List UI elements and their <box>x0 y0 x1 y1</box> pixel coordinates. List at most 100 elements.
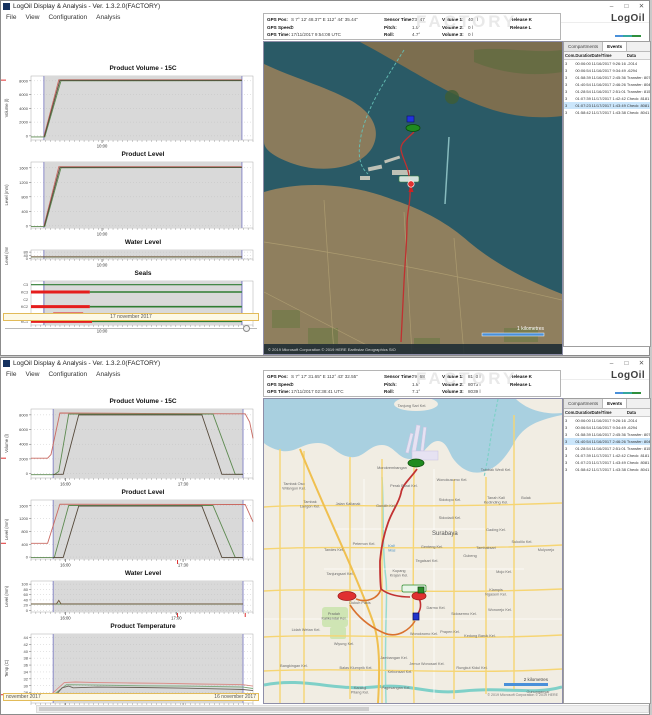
event-cell: 01:58:39 <box>574 431 590 438</box>
chart-plot[interactable]: 0408010:00Level (mm) <box>1 247 261 269</box>
close-button[interactable]: ✕ <box>634 1 649 12</box>
gps-label: GPS Time: <box>267 32 290 37</box>
event-row[interactable]: 300:06:5411/16/2017 9:34:49 AM-6294 <box>564 424 650 431</box>
map-label: Tambak OsoWilangon Kel. <box>282 482 305 490</box>
gps-label: GPS Pos: <box>267 17 288 22</box>
gps-label: Volume 2: <box>442 382 464 387</box>
events-col-header[interactable]: Data <box>626 52 650 60</box>
event-row[interactable]: 300:06:0011/16/2017 9:26:16 AM-2014 <box>564 417 650 425</box>
svg-text:8000: 8000 <box>19 78 29 83</box>
satellite-map[interactable]: 1 kilometres © 2019 Microsoft Corporatio… <box>263 41 563 355</box>
street-map[interactable]: Surabaya KaliMas 2 kilometres © 2019 Mic… <box>263 398 563 704</box>
map-label: Tambaksari <box>476 546 496 550</box>
menu-view[interactable]: View <box>25 371 39 378</box>
green-square-marker[interactable] <box>418 587 424 593</box>
svg-text:C2: C2 <box>23 298 28 302</box>
events-col-header[interactable]: Duration <box>574 52 590 60</box>
minimize-button[interactable]: – <box>604 1 619 12</box>
map-scale-bar <box>504 683 548 686</box>
date-right: 16 november 2017 <box>214 694 258 700</box>
event-cell: 11/17/2017 1:43:49 AM <box>591 459 626 466</box>
tab-events[interactable]: Events <box>603 399 627 408</box>
titlebar[interactable]: LogOil Display & Analysis - Ver. 1.3.2.0… <box>1 1 649 12</box>
chart-product-level: Product Level04008001200160010:00Level (… <box>1 150 263 238</box>
menu-analysis[interactable]: Analysis <box>96 371 120 378</box>
menu-configuration[interactable]: Configuration <box>48 14 87 21</box>
events-col-header[interactable]: Data <box>626 409 650 417</box>
chart-plot[interactable]: 04008001200160016:0017:30Level (mm) <box>1 497 261 569</box>
event-row[interactable]: 301:58:3911/16/2017 2:45:36 PMTransfer: … <box>564 74 650 81</box>
svg-text:6000: 6000 <box>19 92 29 97</box>
event-cell: 3 <box>564 417 574 425</box>
gps-value: S 7° 17' 31.65" E 112° 43' 32.55" <box>291 374 358 379</box>
red-ellipse-marker-west[interactable] <box>338 592 356 601</box>
slider-handle[interactable] <box>243 325 250 332</box>
events-col-header[interactable]: Duration <box>574 409 590 417</box>
map-label: Wiyung Kel. <box>334 642 354 646</box>
events-col-header[interactable]: Date/Time <box>591 52 626 60</box>
chart-plot[interactable]: 04008001200160010:00Level (mm) <box>1 159 261 238</box>
events-col-header[interactable]: Date/Time <box>591 409 626 417</box>
event-cell: 11/17/2017 1:43:49 AM <box>591 102 626 109</box>
event-row[interactable]: 301:07:2311/17/2017 1:43:49 AMCheck: 808… <box>564 102 650 109</box>
gps-label: Roll: <box>384 389 394 394</box>
chart-title: Product Temperature <box>1 622 263 631</box>
event-row[interactable]: 300:06:0011/16/2017 9:26:16 AM-2014 <box>564 60 650 68</box>
menu-configuration[interactable]: Configuration <box>48 371 87 378</box>
blue-marker[interactable] <box>413 613 419 620</box>
event-row[interactable]: 301:28:5411/16/2017 2:51:01 PMTransfer: … <box>564 445 650 452</box>
gps-info-panel: GPS Pos:S 7° 17' 31.65" E 112° 43' 32.55… <box>263 370 561 397</box>
event-row[interactable]: 301:28:5411/16/2017 2:51:01 PMTransfer: … <box>564 88 650 95</box>
menu-file[interactable]: File <box>6 371 16 378</box>
events-col-header[interactable]: Com. <box>564 52 574 60</box>
tab-compartments[interactable]: Compartments <box>564 399 603 408</box>
menu-view[interactable]: View <box>25 14 39 21</box>
event-row[interactable]: 301:07:3911/17/2017 1:42:42 AMCheck: 818… <box>564 95 650 102</box>
events-col-header[interactable]: Com. <box>564 409 574 417</box>
event-row[interactable]: 301:40:5411/16/2017 2:46:26 PMTransfer: … <box>564 81 650 88</box>
chart-plot[interactable]: 02040608010016:0017:00Level (mm) <box>1 578 261 622</box>
event-row[interactable]: 301:07:3911/17/2017 1:42:42 AMCheck: 818… <box>564 452 650 459</box>
time-slider[interactable] <box>5 324 257 333</box>
menu-analysis[interactable]: Analysis <box>96 14 120 21</box>
event-row[interactable]: 301:58:3911/16/2017 2:45:36 PMTransfer: … <box>564 431 650 438</box>
event-cell: Transfer: 8073 l (K) <box>626 74 650 81</box>
gps-value: 17/11/2017 02:38:41 UTC <box>291 389 344 394</box>
gps-label: Volume 2: <box>442 25 464 30</box>
blue-square-marker[interactable] <box>407 116 414 122</box>
gps-value: 1.8° <box>412 382 420 387</box>
slider-track[interactable] <box>5 328 257 329</box>
horizontal-scrollbar[interactable] <box>36 705 649 713</box>
chart-plot[interactable]: 0200040006000800016:0017:30Volume (l) <box>1 406 261 488</box>
event-row[interactable]: 301:58:4211/17/2017 1:43:38 AMCheck: 804… <box>564 109 650 116</box>
event-cell: 01:40:54 <box>574 438 590 445</box>
menu-file[interactable]: File <box>6 14 16 21</box>
titlebar[interactable]: LogOil Display & Analysis - Ver. 1.3.2.0… <box>1 358 649 369</box>
gps-value: 17/11/2017 9:54:08 UTC <box>291 32 341 37</box>
chart-title: Water Level <box>1 238 263 247</box>
svg-text:34: 34 <box>24 669 29 674</box>
svg-text:Volume (l): Volume (l) <box>4 433 9 452</box>
event-row[interactable]: 300:06:5411/16/2017 9:34:49 AM-6294 <box>564 67 650 74</box>
gps-label: Release L <box>510 382 531 387</box>
event-cell: 3 <box>564 81 574 88</box>
maximize-button[interactable]: □ <box>619 358 634 369</box>
green-ellipse-marker[interactable] <box>408 459 424 467</box>
scrollbar-thumb[interactable] <box>39 707 369 711</box>
tab-compartments[interactable]: Compartments <box>564 42 603 51</box>
close-button[interactable]: ✕ <box>634 358 649 369</box>
event-row[interactable]: 301:40:5411/16/2017 2:46:26 PMTransfer: … <box>564 438 650 445</box>
map-label: Sidotopo Kel. <box>439 498 462 502</box>
chart-plot[interactable]: 0200040006000800010:00Volume (l) <box>1 73 261 150</box>
green-ellipse-marker[interactable] <box>406 125 420 132</box>
event-row[interactable]: 301:07:2311/17/2017 1:43:49 AMCheck: 808… <box>564 459 650 466</box>
gps-value: 8073 l <box>468 382 481 387</box>
gps-label: Roll: <box>384 32 394 37</box>
maximize-button[interactable]: □ <box>619 1 634 12</box>
event-cell: 11/17/2017 1:42:42 AM <box>591 452 626 459</box>
event-row[interactable]: 301:58:4211/17/2017 1:43:38 AMCheck: 804… <box>564 466 650 473</box>
event-cell: 00:06:54 <box>574 424 590 431</box>
minimize-button[interactable]: – <box>604 358 619 369</box>
svg-text:0: 0 <box>26 555 29 560</box>
tab-events[interactable]: Events <box>603 42 627 51</box>
